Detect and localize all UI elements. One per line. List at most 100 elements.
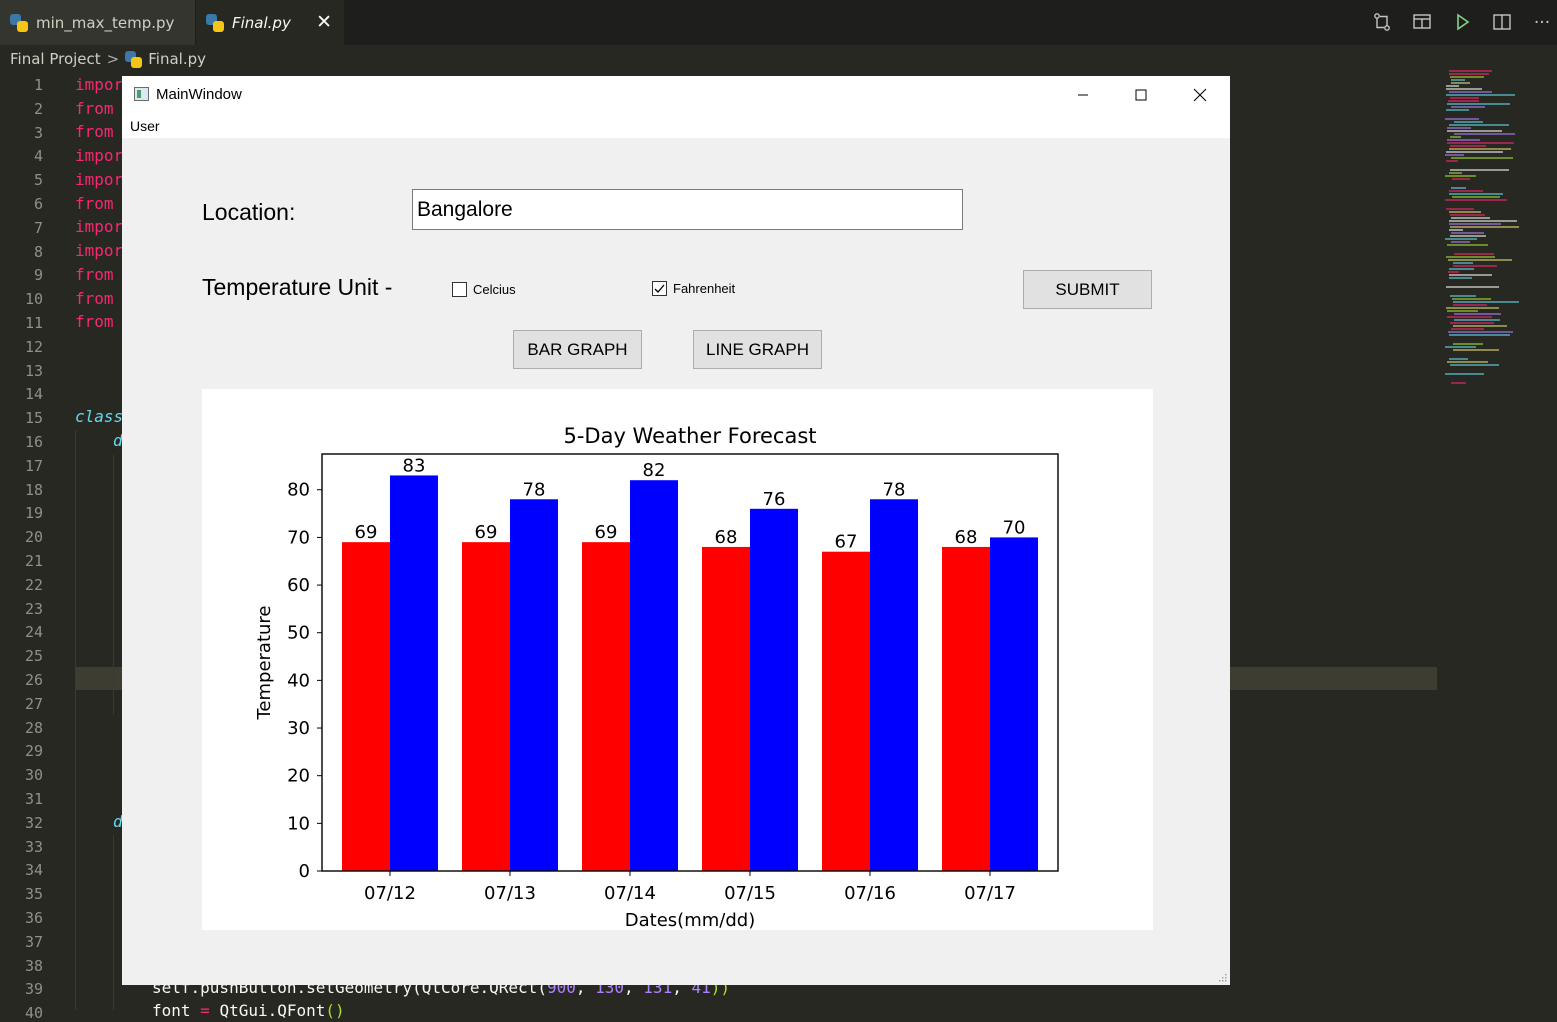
line-number: 2 (33, 99, 43, 118)
breadcrumb-folder[interactable]: Final Project (10, 50, 101, 68)
minimap-line (1453, 265, 1497, 267)
line-number: 39 (24, 980, 43, 999)
minimap-line (1446, 307, 1499, 309)
tab-label: min_max_temp.py (36, 13, 175, 32)
more-actions-icon[interactable]: ··· (1531, 12, 1553, 34)
minimap-line (1450, 136, 1461, 138)
code-line-5[interactable]: impor (75, 170, 123, 189)
minimap-line (1446, 109, 1469, 111)
minimap-line (1449, 334, 1510, 336)
window-title: MainWindow (156, 86, 242, 103)
minimap-line (1450, 214, 1485, 216)
minimize-button[interactable] (1054, 76, 1112, 113)
bar (341, 542, 390, 871)
close-button[interactable] (1171, 76, 1229, 113)
bar-value-label: 68 (955, 527, 978, 548)
minimap-line (1450, 364, 1499, 366)
code-line-8[interactable]: impor (75, 241, 123, 260)
open-preview-icon[interactable] (1411, 12, 1433, 34)
code-line-10[interactable]: from (75, 289, 114, 308)
line-number: 6 (33, 195, 43, 213)
code-line-7[interactable]: impor (75, 217, 123, 236)
window-titlebar[interactable]: MainWindow (122, 76, 1230, 113)
location-input[interactable]: Bangalore (412, 189, 963, 230)
tab-min-max-temp[interactable]: min_max_temp.py (0, 0, 195, 45)
minimap-line (1449, 358, 1468, 360)
breadcrumb-file[interactable]: Final.py (148, 50, 206, 68)
minimap-line (1453, 301, 1519, 303)
close-tab-icon[interactable]: ✕ (316, 11, 332, 33)
minimap-line (1446, 208, 1474, 210)
minimap-line (1449, 190, 1483, 192)
menu-user[interactable]: User (130, 118, 160, 134)
line-number: 37 (24, 932, 43, 951)
x-tick-label: 07/12 (364, 883, 416, 904)
minimap-line (1449, 172, 1462, 174)
minimap[interactable] (1440, 70, 1530, 390)
minimap-line (1454, 313, 1501, 315)
resize-grip-icon[interactable] (1217, 972, 1227, 982)
line-number: 17 (24, 456, 43, 475)
minimap-line (1452, 196, 1500, 198)
editor-tab-bar: min_max_temp.py Final.py ✕ ··· (0, 0, 1557, 45)
minimap-line (1453, 349, 1499, 351)
submit-button[interactable]: SUBMIT (1023, 270, 1152, 309)
y-tick-label: 70 (287, 527, 310, 548)
code-line-2[interactable]: from (75, 99, 114, 118)
line-number: 23 (24, 599, 43, 618)
minimap-line (1446, 88, 1482, 90)
line-number: 12 (24, 337, 43, 356)
celsius-label: Celcius (473, 282, 516, 297)
line-number: 30 (24, 766, 43, 785)
run-play-icon[interactable] (1451, 12, 1473, 34)
bar-value-label: 83 (403, 455, 426, 476)
tab-final[interactable]: Final.py ✕ (196, 0, 344, 45)
minimap-line (1448, 271, 1459, 273)
python-file-icon (206, 13, 224, 32)
line-number: 19 (24, 504, 43, 523)
x-tick-label: 07/14 (604, 883, 656, 904)
line-number: 9 (33, 266, 43, 285)
bar-value-label: 68 (715, 527, 738, 548)
tab-label: Final.py (232, 13, 291, 32)
minimap-line (1447, 130, 1502, 132)
maximize-button[interactable] (1112, 76, 1170, 113)
code-line-11[interactable]: from (75, 312, 114, 331)
celsius-checkbox[interactable]: Celcius (452, 282, 516, 297)
code-line-4[interactable]: impor (75, 146, 123, 165)
y-tick-label: 10 (287, 813, 310, 834)
minimap-line (1449, 73, 1489, 75)
checkbox-unchecked-icon[interactable] (452, 282, 467, 297)
fahrenheit-checkbox[interactable]: Fahrenheit (652, 281, 735, 296)
code-line-3[interactable]: from (75, 122, 114, 141)
line-number: 16 (24, 433, 43, 451)
minimap-line (1449, 223, 1501, 225)
indent-guide (113, 455, 114, 715)
minimap-line (1449, 277, 1472, 279)
split-editor-icon[interactable] (1491, 12, 1513, 34)
bar-graph-button[interactable]: BAR GRAPH (513, 330, 642, 369)
line-graph-button[interactable]: LINE GRAPH (693, 330, 822, 369)
line-number: 3 (33, 123, 43, 142)
bar (990, 537, 1039, 871)
y-tick-label: 80 (287, 480, 310, 501)
line-number: 7 (33, 218, 43, 237)
line-number: 15 (24, 409, 43, 428)
code-line-9[interactable]: from (75, 265, 114, 284)
close-icon (1193, 88, 1207, 101)
minimap-line (1445, 154, 1464, 156)
bar-value-label: 69 (475, 522, 498, 543)
code-line-15[interactable]: class (75, 407, 123, 426)
bar-value-label: 69 (595, 522, 618, 543)
checkbox-checked-icon[interactable] (652, 281, 667, 296)
code-line-1[interactable]: impor (75, 75, 123, 94)
compare-changes-icon[interactable] (1371, 12, 1393, 34)
minimap-line (1445, 175, 1476, 177)
line-number: 13 (24, 361, 43, 380)
line-number-gutter: 1 2 3 4 5 6 7 8 9 10 11 12 13 14 15 16 17 18 19 20 21 22 23 24 2… (0, 73, 62, 1022)
code-line-40[interactable]: font = QtGui.QFont() (152, 1001, 345, 1020)
code-line-6[interactable]: from (75, 194, 114, 213)
minimap-line (1445, 373, 1484, 375)
indent-guide (113, 835, 114, 1010)
minimap-line (1446, 286, 1499, 288)
